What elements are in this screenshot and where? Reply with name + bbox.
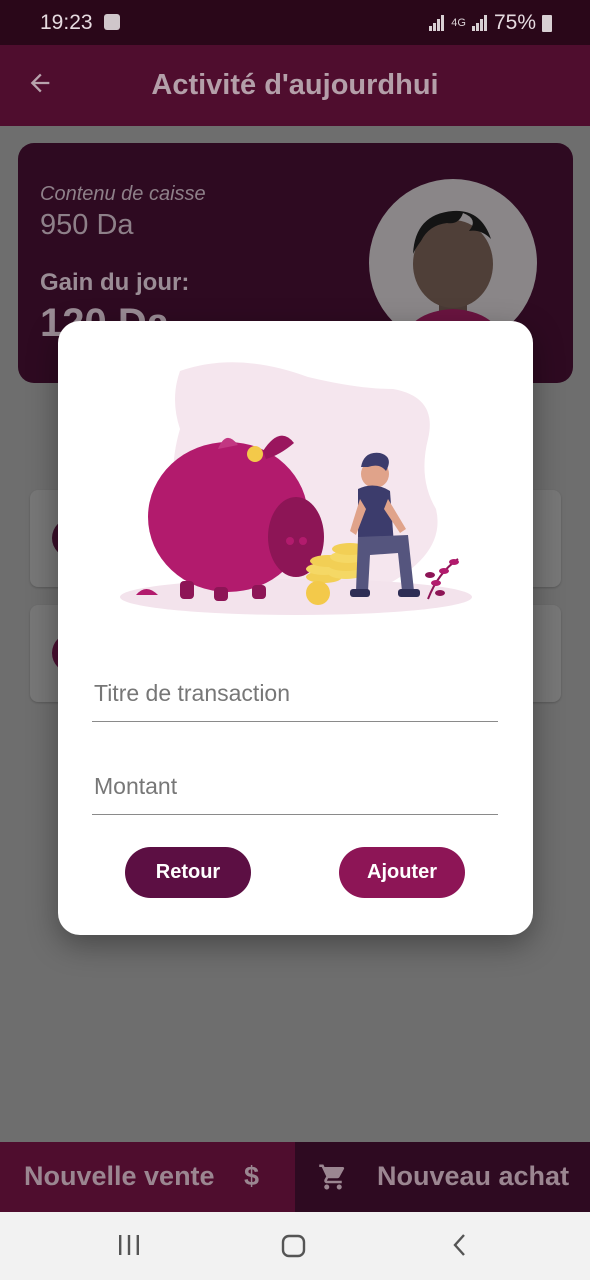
battery-icon bbox=[542, 14, 552, 32]
piggy-bank-illustration bbox=[118, 359, 478, 619]
battery-percent: 75% bbox=[493, 11, 536, 34]
bottom-action-bar: Nouvelle vente $ Nouveau achat bbox=[0, 1142, 590, 1212]
status-right: 4G 75% bbox=[429, 11, 552, 35]
cash-value: 950 Da bbox=[40, 209, 134, 241]
add-transaction-dialog: Retour Ajouter bbox=[58, 321, 533, 935]
amount-input[interactable] bbox=[92, 772, 502, 801]
recents-icon[interactable] bbox=[116, 1232, 142, 1263]
transaction-title-field[interactable] bbox=[92, 671, 502, 722]
new-purchase-button[interactable]: Nouveau achat bbox=[295, 1142, 590, 1212]
cancel-button[interactable]: Retour bbox=[125, 847, 251, 898]
signal-icon bbox=[429, 15, 445, 31]
network-type: 4G bbox=[451, 17, 466, 29]
cart-icon bbox=[317, 1162, 349, 1192]
gain-label: Gain du jour: bbox=[40, 269, 190, 296]
amount-field[interactable] bbox=[92, 764, 502, 815]
system-nav-bar bbox=[0, 1212, 590, 1280]
page-title: Activité d'aujourdhui bbox=[151, 69, 439, 101]
new-sale-button[interactable]: Nouvelle vente $ bbox=[0, 1142, 295, 1212]
add-button[interactable]: Ajouter bbox=[339, 847, 465, 898]
home-icon[interactable] bbox=[280, 1232, 308, 1265]
dollar-icon: $ bbox=[244, 1161, 260, 1191]
status-time: 19:23 bbox=[40, 11, 93, 34]
cash-label: Contenu de caisse bbox=[40, 183, 206, 205]
signal-icon-2 bbox=[471, 15, 488, 31]
back-icon[interactable] bbox=[448, 1232, 474, 1263]
hotspot-icon bbox=[104, 14, 120, 30]
transaction-title-input[interactable] bbox=[92, 679, 502, 708]
app-bar: Activité d'aujourdhui bbox=[0, 45, 590, 126]
status-bar: 19:23 4G 75% bbox=[0, 0, 590, 45]
new-purchase-label: Nouveau achat bbox=[377, 1161, 570, 1191]
new-sale-label: Nouvelle vente bbox=[24, 1161, 215, 1191]
